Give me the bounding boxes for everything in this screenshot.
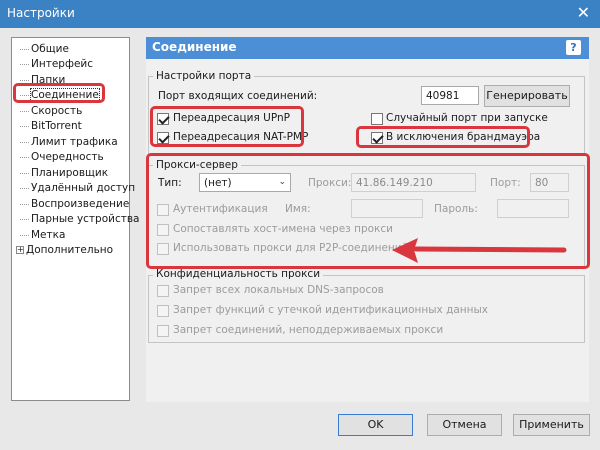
sidebar-item-advanced[interactable]: + Дополнительно	[16, 243, 113, 258]
privacy-unsupported-label: Запрет соединений, неподдерживаемых прок…	[173, 324, 444, 336]
sidebar-item-bittorrent[interactable]: BitTorrent	[20, 119, 82, 134]
privacy-leak-label: Запрет функций с утечкой идентификационн…	[173, 304, 488, 316]
window-title: Настройки	[7, 6, 75, 20]
cancel-button[interactable]: Отмена	[427, 414, 502, 436]
help-icon[interactable]: ?	[566, 40, 581, 55]
expand-icon[interactable]: +	[16, 246, 24, 254]
sidebar-item-label: Очередность	[31, 151, 104, 163]
sidebar-item-remote[interactable]: Удалённый доступ	[20, 181, 135, 196]
sidebar-item-label: Воспроизведение	[31, 198, 130, 210]
sidebar-item-label-settings[interactable]: Метка	[20, 228, 65, 243]
sidebar-item-interface[interactable]: Интерфейс	[20, 57, 93, 72]
privacy-leak-checkbox[interactable]	[157, 305, 169, 317]
random-port-label: Случайный порт при запуске	[386, 112, 548, 124]
incoming-port-input[interactable]: 40981	[421, 86, 479, 105]
highlight-port-forwarding	[150, 106, 304, 147]
sidebar-item-label: Дополнительно	[26, 244, 114, 256]
settings-window: Настройки ✕ Общие Интерфейс Папки Соедин…	[0, 0, 600, 450]
privacy-unsupported-checkbox[interactable]	[157, 325, 169, 337]
sidebar-item-label: Общие	[31, 43, 69, 55]
red-arrow-icon	[392, 238, 567, 263]
highlight-connection	[13, 83, 105, 103]
section-title: Соединение	[152, 40, 237, 54]
sidebar-item-scheduler[interactable]: Планировщик	[20, 166, 108, 181]
title-bar: Настройки ✕	[0, 0, 600, 28]
sidebar-item-general[interactable]: Общие	[20, 42, 69, 57]
sidebar-item-label: BitTorrent	[31, 120, 82, 132]
sidebar-item-speed[interactable]: Скорость	[20, 104, 82, 119]
section-header: Соединение ?	[146, 37, 589, 59]
sidebar-item-label: Удалённый доступ	[31, 182, 136, 194]
port-settings-title: Настройки порта	[153, 70, 255, 82]
sidebar-item-label: Лимит трафика	[31, 136, 118, 148]
close-icon[interactable]: ✕	[577, 3, 590, 23]
ok-button[interactable]: OK	[338, 414, 413, 436]
sidebar-item-traffic-limit[interactable]: Лимит трафика	[20, 135, 118, 150]
proxy-privacy-title: Конфиденциальность прокси	[153, 268, 324, 280]
privacy-dns-checkbox[interactable]	[157, 285, 169, 297]
incoming-port-label: Порт входящих соединений:	[158, 90, 318, 102]
generate-port-button[interactable]: Генерировать	[484, 85, 570, 107]
sidebar-item-label: Интерфейс	[31, 58, 93, 70]
sidebar-item-label: Скорость	[31, 105, 83, 117]
sidebar-item-label: Метка	[31, 229, 66, 241]
sidebar-item-label: Парные устройства	[31, 213, 140, 225]
sidebar-item-playback[interactable]: Воспроизведение	[20, 197, 129, 212]
sidebar-item-queue[interactable]: Очередность	[20, 150, 104, 165]
highlight-firewall	[356, 126, 530, 148]
sidebar-item-paired-devices[interactable]: Парные устройства	[20, 212, 139, 227]
random-port-checkbox[interactable]	[371, 113, 383, 125]
privacy-dns-label: Запрет всех локальных DNS-запросов	[173, 284, 384, 296]
apply-button[interactable]: Применить	[513, 414, 590, 436]
sidebar-item-label: Планировщик	[31, 167, 109, 179]
